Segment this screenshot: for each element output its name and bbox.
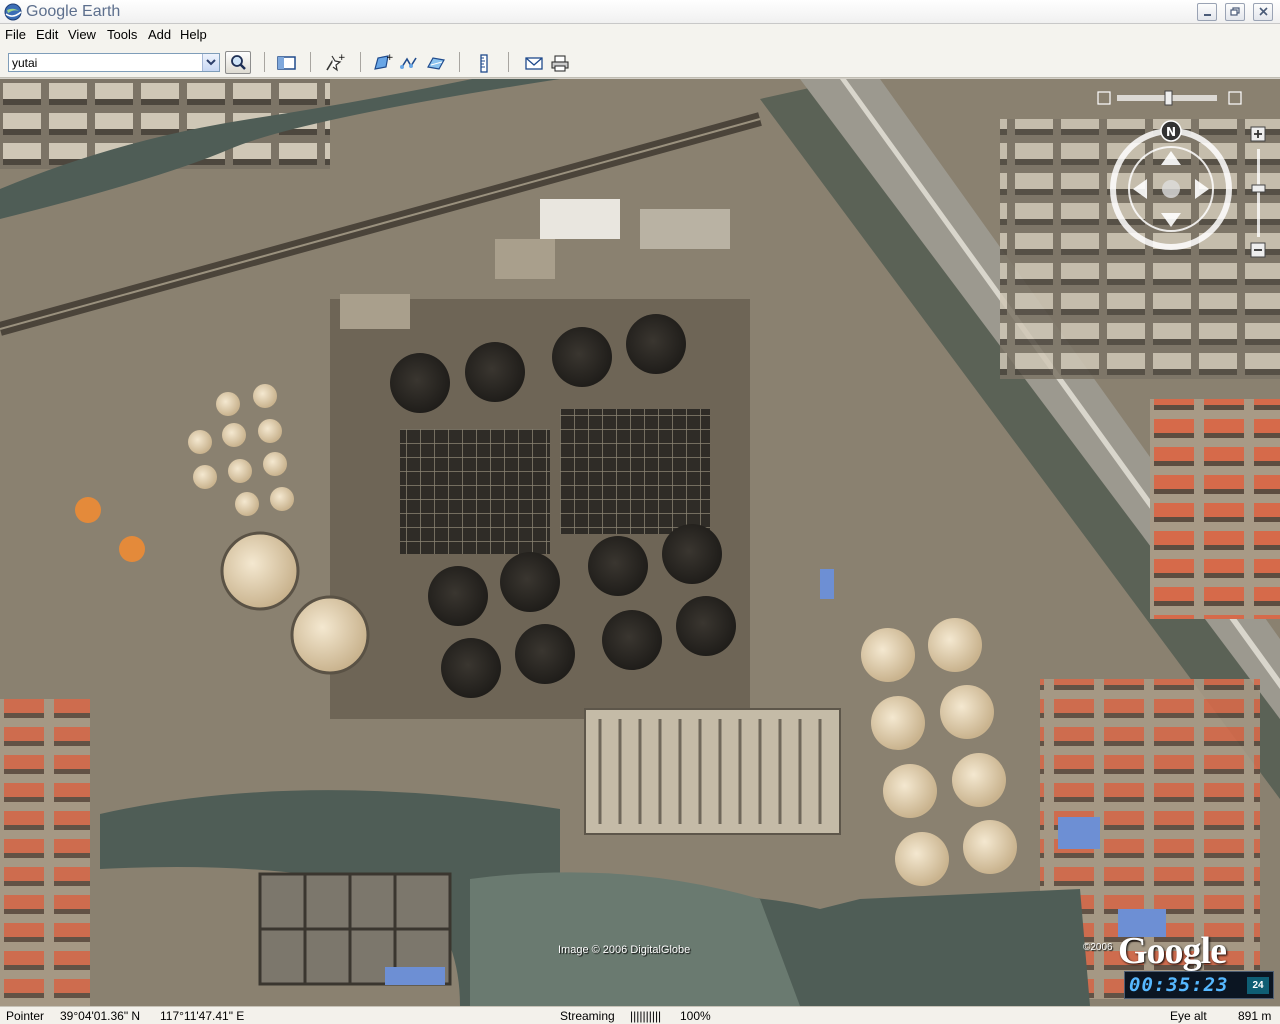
toolbar-separator [459, 52, 460, 72]
ruler-icon [480, 54, 488, 73]
restore-button[interactable] [1225, 3, 1245, 21]
pan-right-icon [1195, 179, 1209, 199]
streaming-bar: |||||||||| [630, 1009, 662, 1023]
pointer-longitude: 117°11'47.41" E [160, 1009, 245, 1023]
image-credit: Image © 2006 DigitalGlobe [558, 944, 691, 956]
toolbar-separator [360, 52, 361, 72]
placemark-icon: + [326, 53, 346, 72]
pointer-latitude: 39°04'01.36" N [60, 1009, 141, 1023]
toolbar-separator [310, 52, 311, 72]
add-image-overlay-button[interactable] [425, 52, 447, 74]
menu-file[interactable]: File [5, 27, 26, 42]
toolbar-separator [264, 52, 265, 72]
menu-help[interactable]: Help [180, 27, 207, 42]
close-icon [1259, 7, 1268, 16]
clock-time: 00:35:23 [1129, 974, 1229, 996]
copyright-year: ©2006 [1083, 942, 1113, 953]
search-icon [231, 55, 246, 70]
svg-text:+: + [386, 53, 393, 63]
search-combobox[interactable] [8, 53, 220, 72]
navigation-compass[interactable]: N [1095, 119, 1275, 299]
pan-left-icon [1133, 179, 1147, 199]
compass-north-label: N [1166, 125, 1176, 139]
ruler-button[interactable] [473, 52, 495, 74]
window-title: Google Earth [26, 3, 121, 20]
minimize-button[interactable] [1197, 3, 1217, 21]
email-button[interactable] [523, 52, 545, 74]
google-earth-logo-icon [4, 3, 22, 21]
restore-icon [1230, 7, 1240, 16]
email-icon [525, 57, 543, 70]
satellite-imagery [0, 79, 1280, 1006]
search-input[interactable] [9, 54, 201, 71]
print-icon [551, 55, 569, 72]
close-button[interactable] [1253, 3, 1273, 21]
map-viewport[interactable]: N Image © 2006 DigitalGlobe ©2006 Google… [0, 79, 1280, 1006]
eye-alt-value: 891 m [1238, 1009, 1272, 1023]
streaming-label: Streaming [560, 1009, 615, 1023]
toolbar: + + [0, 46, 1280, 78]
sidebar-toggle-icon [277, 56, 296, 70]
search-dropdown-button[interactable] [202, 54, 219, 71]
add-placemark-button[interactable]: + [323, 52, 346, 74]
polygon-icon: + [374, 53, 394, 70]
time-display: 00:35:23 24 [1124, 971, 1274, 999]
add-path-button[interactable] [398, 52, 420, 74]
menu-view[interactable]: View [68, 27, 96, 42]
menu-bar: File Edit View Tools Add Help [0, 24, 1280, 46]
minimize-icon [1204, 14, 1211, 16]
streaming-percent: 100% [680, 1009, 711, 1023]
clock-badge: 24 [1247, 977, 1269, 994]
menu-add[interactable]: Add [148, 27, 171, 42]
title-bar: Google Earth [0, 0, 1280, 24]
add-polygon-button[interactable]: + [371, 52, 394, 74]
pan-up-icon [1161, 151, 1181, 165]
svg-text:+: + [338, 53, 345, 63]
pointer-label: Pointer [6, 1009, 45, 1023]
google-logo: Google [1118, 930, 1227, 972]
image-overlay-icon [427, 57, 445, 70]
menu-edit[interactable]: Edit [36, 27, 58, 42]
sidebar-toggle-button[interactable] [275, 52, 297, 74]
pan-down-icon [1161, 213, 1181, 227]
print-button[interactable] [549, 52, 571, 74]
menu-tools[interactable]: Tools [107, 27, 137, 42]
eye-alt-label: Eye alt [1170, 1009, 1207, 1023]
toolbar-separator [508, 52, 509, 72]
status-bar: Pointer 39°04'01.36" N 117°11'47.41" E S… [0, 1006, 1280, 1024]
tilt-zoom-slider[interactable] [1097, 90, 1243, 106]
path-icon [400, 57, 417, 69]
search-button[interactable] [225, 51, 251, 74]
chevron-down-icon [206, 59, 216, 66]
